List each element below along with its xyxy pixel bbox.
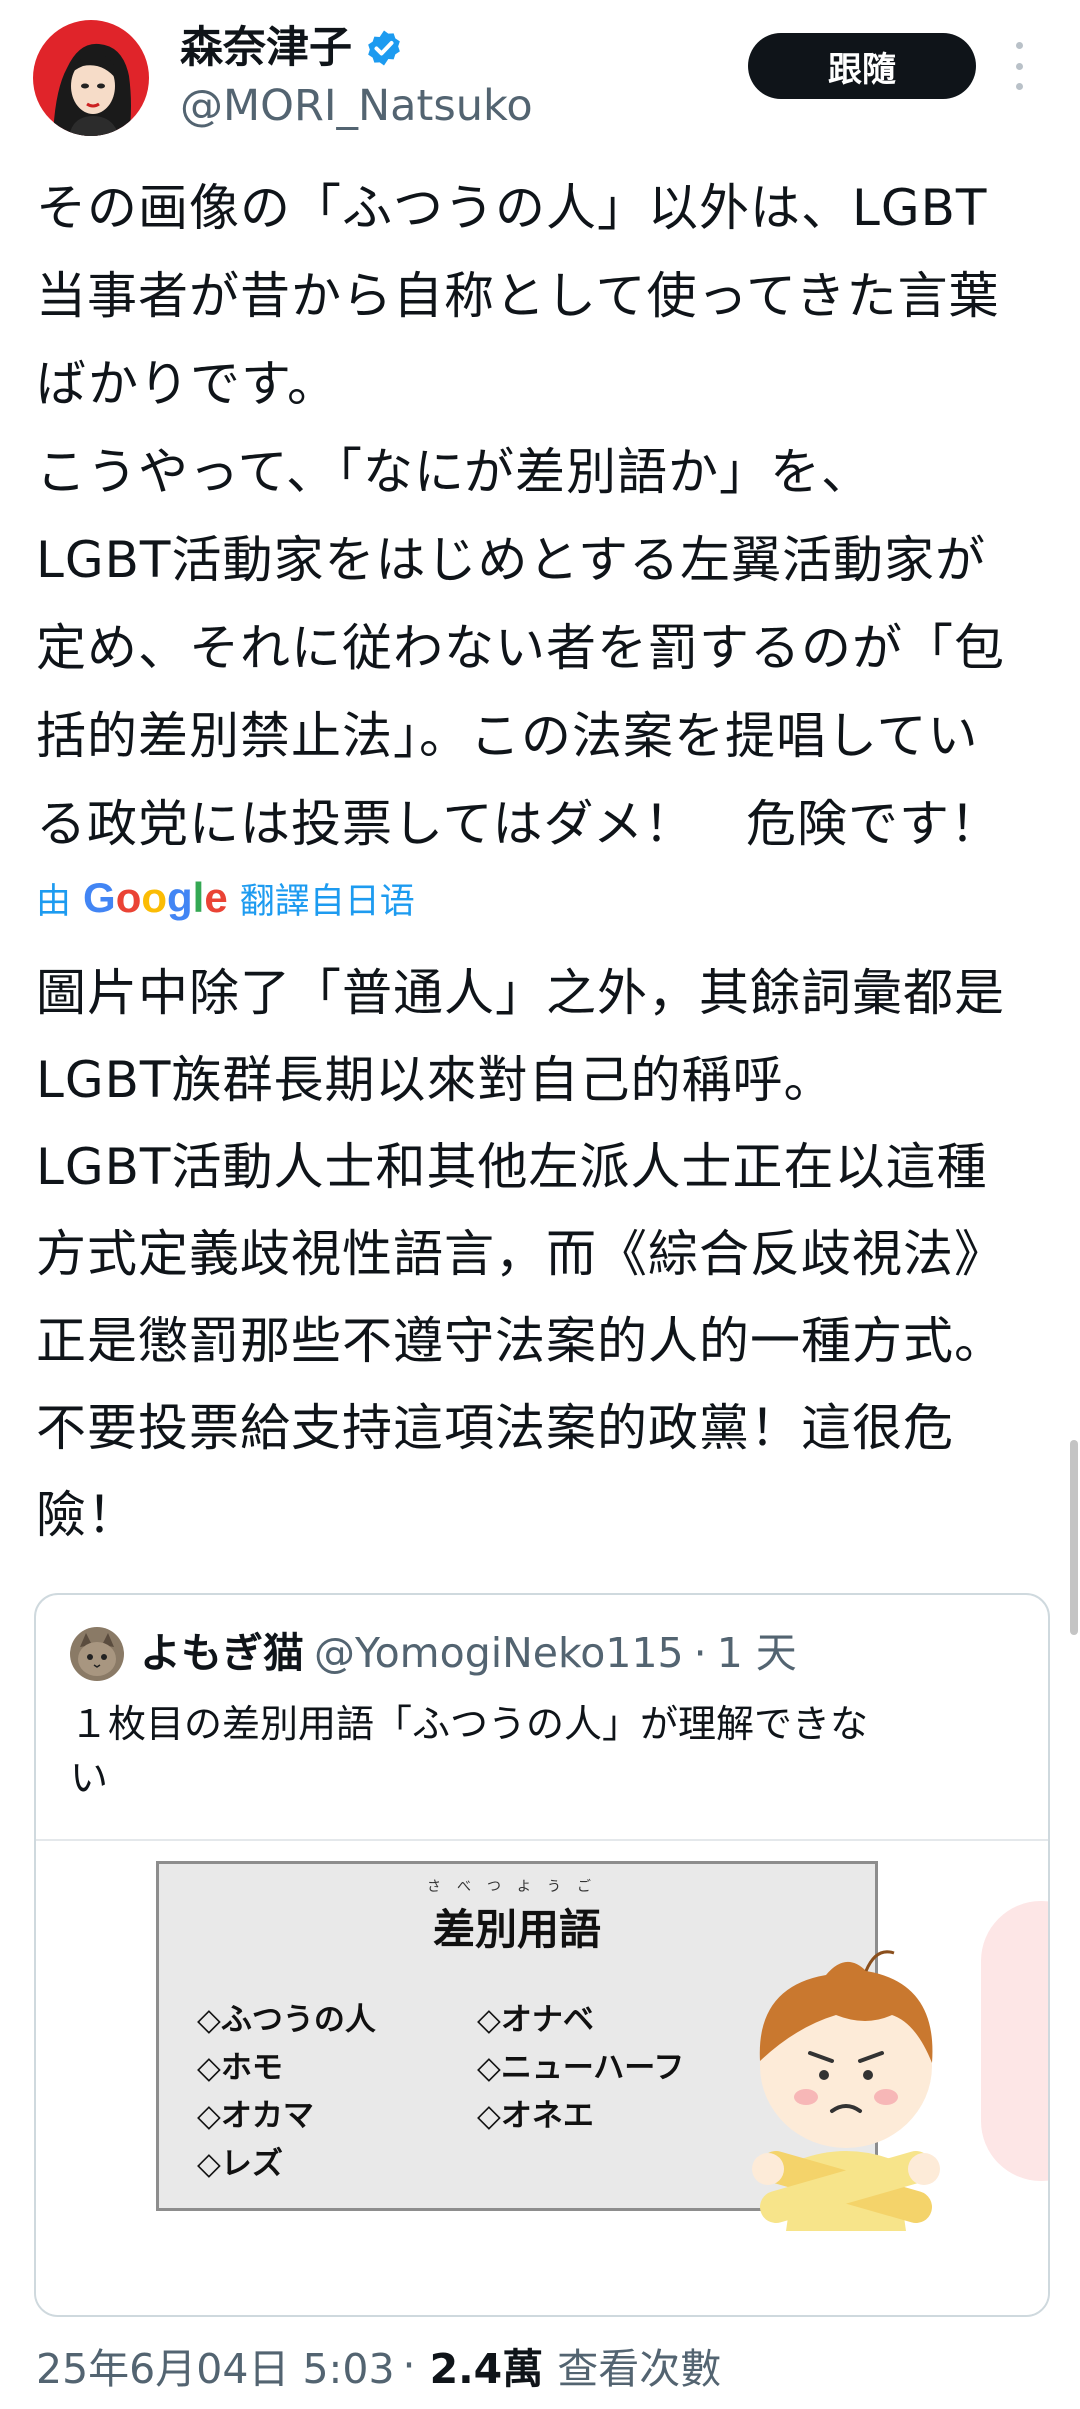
more-vertical-icon[interactable]: [1004, 42, 1034, 90]
term-right-3: ◇オネエ: [477, 2098, 594, 2134]
quoted-tweet-card[interactable]: よもぎ猫 @YomogiNeko115 · 1 天 １枚目の差別用語「ふつうの人…: [34, 1593, 1050, 2317]
quoted-author-handle[interactable]: @YomogiNeko115: [314, 1623, 684, 1683]
translation-source-label: 翻譯自日语: [239, 881, 415, 922]
author-display-name[interactable]: 森奈津子: [180, 20, 352, 76]
author-avatar[interactable]: [33, 20, 149, 136]
term-left-1: ◇ふつうの人: [197, 2002, 376, 2038]
follow-button[interactable]: 跟隨: [748, 33, 976, 99]
avatar-portrait: [33, 20, 149, 136]
view-count-label: 查看次數: [557, 2345, 722, 2393]
decorative-blob: [981, 1901, 1048, 2181]
separator-dot: ·: [693, 1629, 707, 1677]
translated-text: 圖片中除了「普通人」之外，其餘詞彙都是 LGBT族群長期以來對自己的稱呼。 LG…: [36, 964, 1005, 1544]
google-logo: Google: [83, 874, 228, 921]
child-crossed-arms-illustration: [752, 1950, 940, 2231]
scrollbar-thumb[interactable]: [1070, 1440, 1078, 1635]
verified-badge-icon: [368, 30, 400, 66]
quoted-tweet-header: よもぎ猫 @YomogiNeko115 · 1 天: [140, 1623, 797, 1683]
quoted-author-name[interactable]: よもぎ猫: [140, 1623, 304, 1683]
cat-avatar-icon: [70, 1627, 124, 1681]
tweet-meta: 25年6月04日 5:03 · 2.4萬 查看次數: [36, 2325, 721, 2405]
term-left-3: ◇オカマ: [197, 2098, 314, 2134]
term-left-4: ◇レズ: [197, 2146, 283, 2182]
tweet-timestamp[interactable]: 25年6月04日 5:03: [36, 2335, 395, 2395]
quoted-tweet-text: １枚目の差別用語「ふつうの人」が理解できな い: [70, 1702, 869, 1800]
separator-dot: ·: [402, 2341, 416, 2389]
translation-attribution[interactable]: 由 Google 翻譯自日语: [36, 868, 415, 928]
term-left-2: ◇ホモ: [197, 2050, 283, 2086]
term-right-2: ◇ニューハーフ: [477, 2050, 685, 2086]
translation-prefix: 由: [36, 881, 72, 922]
card-title-ruby: さべつようご: [427, 1879, 607, 1895]
term-right-1: ◇オナベ: [477, 2002, 594, 2038]
author-handle[interactable]: @MORI_Natsuko: [180, 78, 533, 134]
author-name-row: 森奈津子: [180, 20, 404, 76]
view-count: 2.4萬: [429, 2345, 544, 2393]
tweet-text: その画像の「ふつうの人」以外は、LGBT 当事者が昔から自称として使ってきた言葉…: [36, 179, 1005, 853]
quoted-author-avatar[interactable]: [70, 1627, 124, 1681]
quoted-tweet-image[interactable]: さべつようご 差別用語 ◇ふつうの人 ◇ホモ ◇オカマ ◇レズ ◇オナベ ◇ニュ…: [36, 1839, 1048, 2315]
quoted-timestamp[interactable]: 1 天: [717, 1623, 797, 1683]
